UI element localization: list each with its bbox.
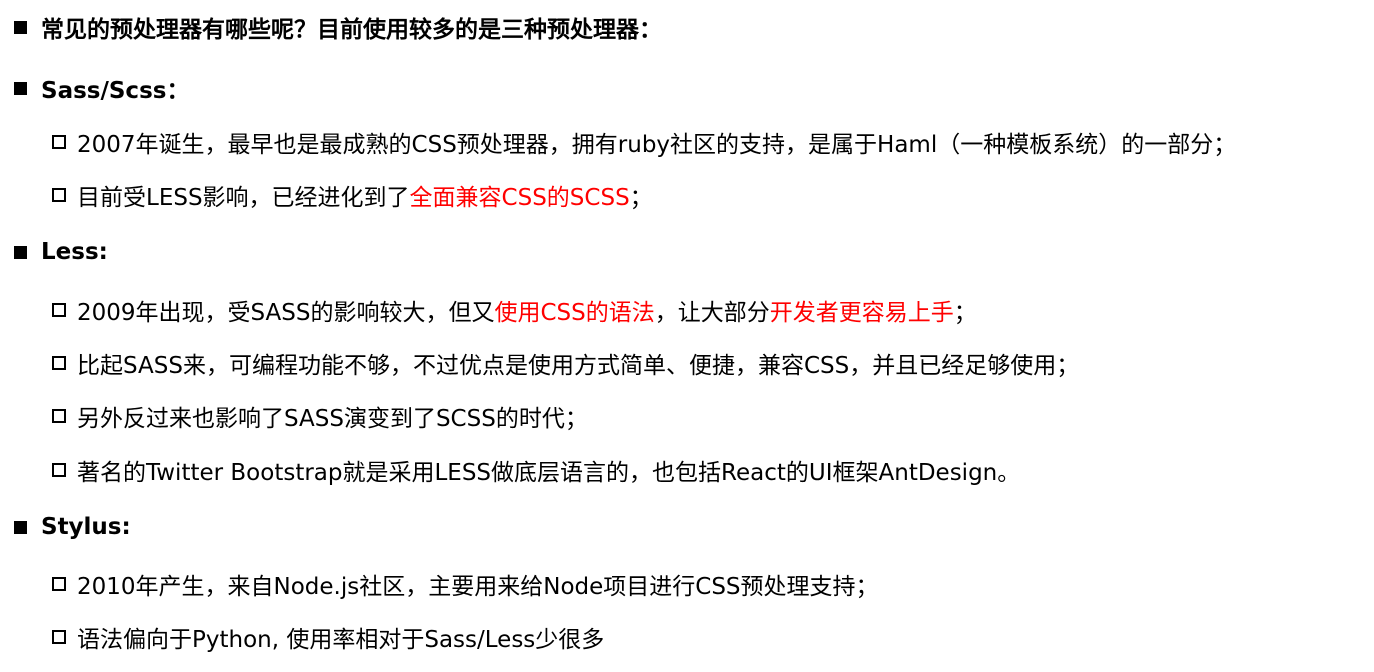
section-title-stylus: Stylus:: [14, 514, 131, 540]
emphasis-text: 开发者更容易上手: [769, 300, 954, 326]
list-item: 2010年产生，来自Node.js社区，主要用来给Node项目进行CSS预处理支…: [52, 567, 879, 601]
list-item: 2007年诞生，最早也是最成熟的CSS预处理器，拥有ruby社区的支持，是属于H…: [52, 125, 1236, 159]
hollow-square-bullet-icon: [52, 577, 66, 591]
filled-square-bullet-icon: [14, 245, 27, 259]
list-item-text: 另外反过来也影响了SASS演变到了SCSS的时代；: [77, 406, 588, 432]
section-title-text: Sass/Scss：: [41, 78, 190, 104]
list-item-text: 比起SASS来，可编程功能不够，不过优点是使用方式简单、便捷，兼容CSS，并且已…: [77, 353, 1080, 379]
hollow-square-bullet-icon: [52, 409, 66, 423]
hollow-square-bullet-icon: [52, 356, 66, 370]
list-item-text: ；: [953, 300, 977, 326]
list-item-text: 语法偏向于Python, 使用率相对于Sass/Less少很多: [77, 627, 605, 653]
section-title-sass: Sass/Scss：: [14, 71, 189, 105]
list-item-text: 2010年产生，来自Node.js社区，主要用来给Node项目进行CSS预处理支…: [77, 574, 879, 600]
filled-square-bullet-icon: [14, 20, 27, 34]
list-item-text: ，让大部分: [654, 300, 770, 326]
filled-square-bullet-icon: [14, 81, 27, 95]
section-title-less: Less:: [14, 239, 108, 265]
list-item: 另外反过来也影响了SASS演变到了SCSS的时代；: [52, 399, 588, 433]
list-item-text: 著名的Twitter Bootstrap就是采用LESS做底层语言的，也包括Re…: [77, 460, 1021, 486]
list-item-text: 目前受LESS影响，已经进化到了: [77, 185, 410, 211]
heading-line: 常见的预处理器有哪些呢？目前使用较多的是三种预处理器：: [14, 10, 662, 44]
hollow-square-bullet-icon: [52, 135, 66, 149]
list-item: 2009年出现，受SASS的影响较大，但又 使用CSS的语法 ，让大部分 开发者更容易…: [52, 293, 977, 327]
list-item-text: ；: [629, 185, 653, 211]
filled-square-bullet-icon: [14, 520, 27, 534]
list-item: 语法偏向于Python, 使用率相对于Sass/Less少很多: [52, 620, 604, 654]
list-item: 著名的Twitter Bootstrap就是采用LESS做底层语言的，也包括Re…: [52, 453, 1020, 487]
list-item: 比起SASS来，可编程功能不够，不过优点是使用方式简单、便捷，兼容CSS，并且已…: [52, 346, 1079, 380]
list-item: 目前受LESS影响，已经进化到了 全面兼容CSS的SCSS；: [52, 178, 653, 212]
section-title-text: Less:: [41, 239, 108, 265]
list-item-text: 2007年诞生，最早也是最成熟的CSS预处理器，拥有ruby社区的支持，是属于H…: [77, 132, 1237, 158]
list-item-text: 2009年出现，受SASS的影响较大，但又: [77, 300, 495, 326]
hollow-square-bullet-icon: [52, 630, 66, 644]
emphasis-text: 全面兼容CSS的SCSS: [409, 185, 630, 211]
section-title-text: Stylus:: [41, 514, 131, 540]
emphasis-text: 使用CSS的语法: [494, 300, 655, 326]
hollow-square-bullet-icon: [52, 303, 66, 317]
heading-text: 常见的预处理器有哪些呢？目前使用较多的是三种预处理器：: [41, 17, 662, 43]
hollow-square-bullet-icon: [52, 188, 66, 202]
hollow-square-bullet-icon: [52, 463, 66, 477]
